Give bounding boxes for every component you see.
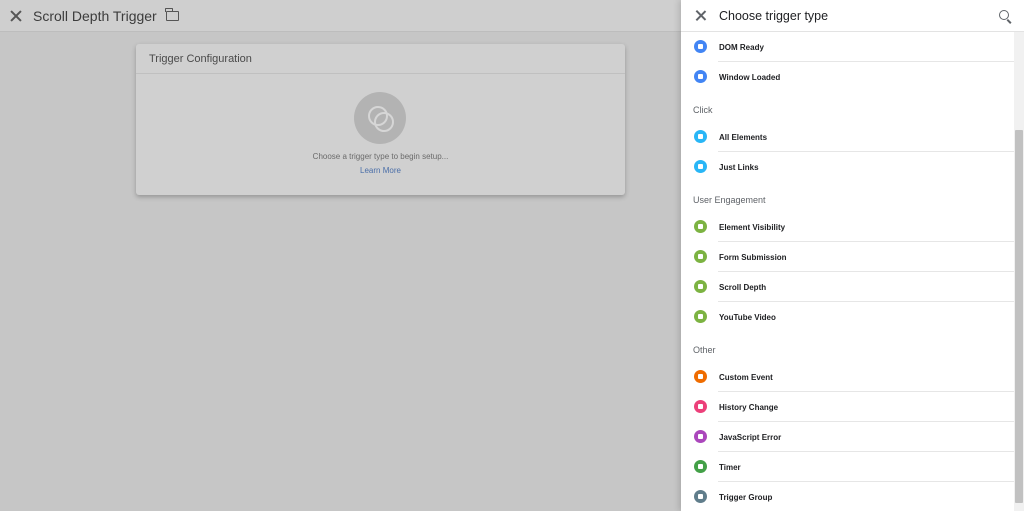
trigger-type-list: DOM Ready Window Loaded Click All Elements J… <box>681 32 1014 511</box>
trigger-type-just-links[interactable]: Just Links <box>681 152 1014 182</box>
trigger-type-label: Custom Event <box>719 372 773 382</box>
link-icon <box>694 160 707 173</box>
trigger-type-label: JavaScript Error <box>719 432 782 442</box>
icon-glyph <box>698 44 703 49</box>
trigger-type-label: Just Links <box>719 162 759 172</box>
cursor-icon <box>694 130 707 143</box>
trigger-configuration-card[interactable]: Trigger Configuration Choose a trigger t… <box>136 44 625 195</box>
trigger-type-dom-ready[interactable]: DOM Ready <box>681 32 1014 62</box>
trigger-name[interactable]: Scroll Depth Trigger <box>33 8 157 24</box>
icon-glyph <box>698 254 703 259</box>
section-header: Click <box>681 92 1014 122</box>
icon-glyph <box>698 404 703 409</box>
trigger-type-timer[interactable]: Timer <box>681 452 1014 482</box>
trigger-type-scroll-depth[interactable]: Scroll Depth <box>681 272 1014 302</box>
icon-glyph <box>698 164 703 169</box>
window-icon <box>694 70 707 83</box>
scroll-icon <box>694 280 707 293</box>
icon-glyph <box>698 314 703 319</box>
trigger-type-label: All Elements <box>719 132 768 142</box>
trigger-type-form-submission[interactable]: Form Submission <box>681 242 1014 272</box>
trigger-type-label: Form Submission <box>719 252 787 262</box>
icon-glyph <box>698 464 703 469</box>
close-icon[interactable] <box>695 10 706 21</box>
trigger-type-element-visibility[interactable]: Element Visibility <box>681 212 1014 242</box>
trigger-type-all-elements[interactable]: All Elements <box>681 122 1014 152</box>
trigger-type-label: Element Visibility <box>719 222 786 232</box>
play-icon <box>694 310 707 323</box>
panel-header: Choose trigger type <box>681 0 1024 32</box>
eye-icon <box>694 220 707 233</box>
panel-title: Choose trigger type <box>719 9 829 23</box>
history-icon <box>694 400 707 413</box>
trigger-type-youtube-video[interactable]: YouTube Video <box>681 302 1014 332</box>
section-title: User Engagement <box>693 195 766 205</box>
code-icon <box>694 370 707 383</box>
search-icon[interactable] <box>999 10 1009 20</box>
learn-more-link[interactable]: Learn More <box>136 166 625 175</box>
panel-scrollbar[interactable] <box>1014 32 1024 511</box>
icon-glyph <box>698 74 703 79</box>
icon-glyph <box>698 224 703 229</box>
trigger-type-label: Window Loaded <box>719 72 781 82</box>
form-icon <box>694 250 707 263</box>
trigger-type-label: Scroll Depth <box>719 282 767 292</box>
trigger-placeholder-icon <box>354 92 406 144</box>
trigger-type-label: DOM Ready <box>719 42 764 52</box>
choose-trigger-panel: Choose trigger type DOM Ready Window Load… <box>681 0 1024 511</box>
document-icon <box>694 40 707 53</box>
trigger-type-custom-event[interactable]: Custom Event <box>681 362 1014 392</box>
trigger-type-label: Trigger Group <box>719 492 773 502</box>
trigger-type-window-loaded[interactable]: Window Loaded <box>681 62 1014 92</box>
trigger-type-javascript-error[interactable]: JavaScript Error <box>681 422 1014 452</box>
close-icon[interactable] <box>9 9 23 23</box>
timer-icon <box>694 460 707 473</box>
section-header: Other <box>681 332 1014 362</box>
section-header: User Engagement <box>681 182 1014 212</box>
icon-glyph <box>698 134 703 139</box>
trigger-type-trigger-group[interactable]: Trigger Group <box>681 482 1014 511</box>
icon-glyph <box>698 494 703 499</box>
warning-icon <box>694 430 707 443</box>
card-title: Trigger Configuration <box>136 44 625 74</box>
trigger-type-label: Timer <box>719 462 741 472</box>
trigger-type-label: History Change <box>719 402 779 412</box>
setup-hint: Choose a trigger type to begin setup... <box>312 152 449 161</box>
trigger-type-label: YouTube Video <box>719 312 776 322</box>
section-title: Other <box>693 345 716 355</box>
trigger-type-history-change[interactable]: History Change <box>681 392 1014 422</box>
icon-glyph <box>698 284 703 289</box>
icon-glyph <box>698 374 703 379</box>
folder-icon[interactable] <box>165 8 179 21</box>
group-icon <box>694 490 707 503</box>
section-title: Click <box>693 105 713 115</box>
icon-glyph <box>698 434 703 439</box>
scrollbar-thumb[interactable] <box>1015 130 1023 503</box>
